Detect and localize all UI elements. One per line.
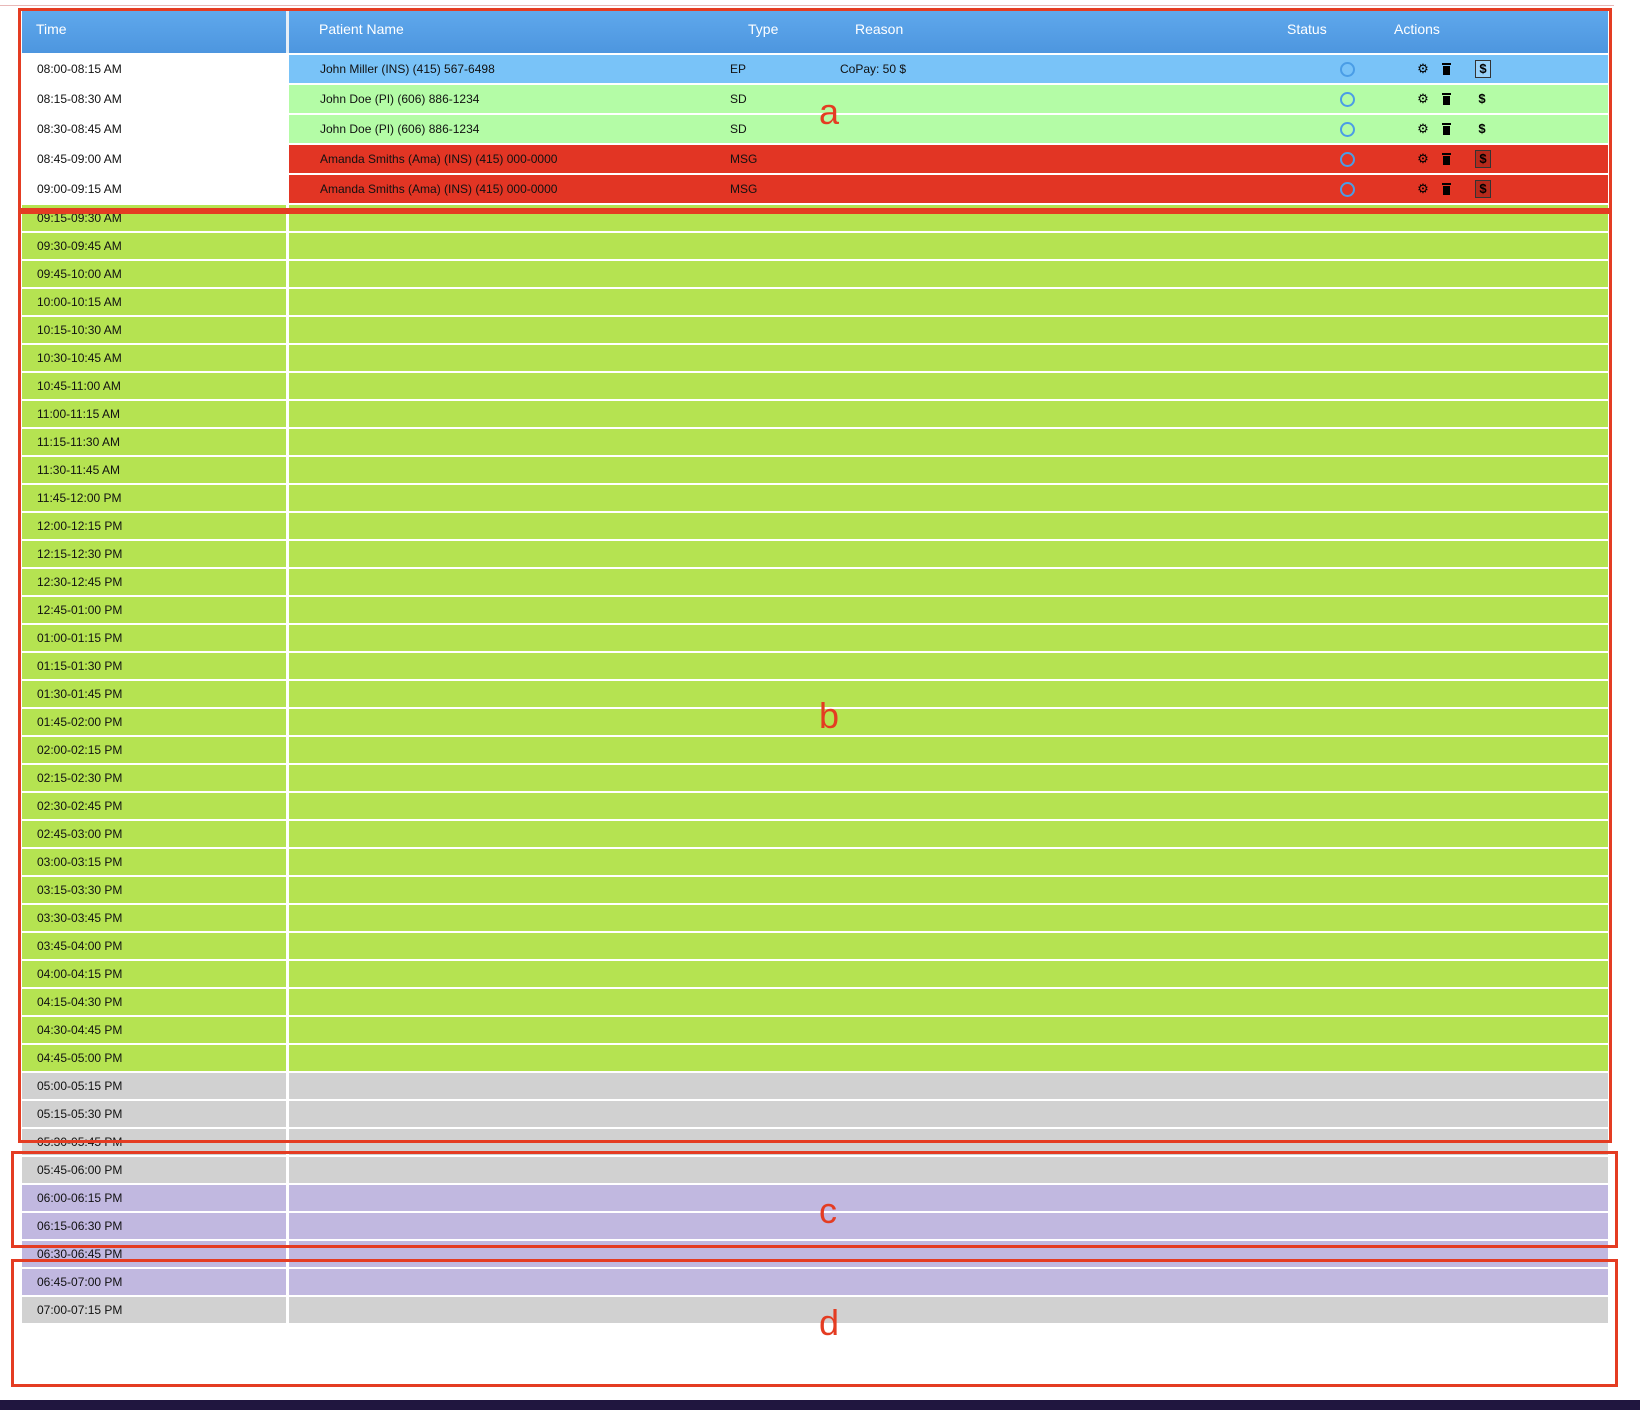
taskbar-strip bbox=[0, 1400, 1640, 1410]
top-divider bbox=[0, 5, 1640, 6]
annotation-label-b: b bbox=[819, 695, 840, 736]
annotation-box-c bbox=[11, 1151, 1618, 1248]
annotation-label-a: a bbox=[819, 91, 840, 132]
annotation-box-d bbox=[11, 1259, 1618, 1387]
annotation-label-d: d bbox=[819, 1302, 840, 1343]
annotation-box-b bbox=[18, 211, 1612, 1143]
annotation-box-a bbox=[18, 8, 1612, 211]
annotation-label-c: c bbox=[819, 1190, 837, 1231]
schedule-page: Time Patient Name Type Reason Status Act… bbox=[0, 0, 1640, 1410]
